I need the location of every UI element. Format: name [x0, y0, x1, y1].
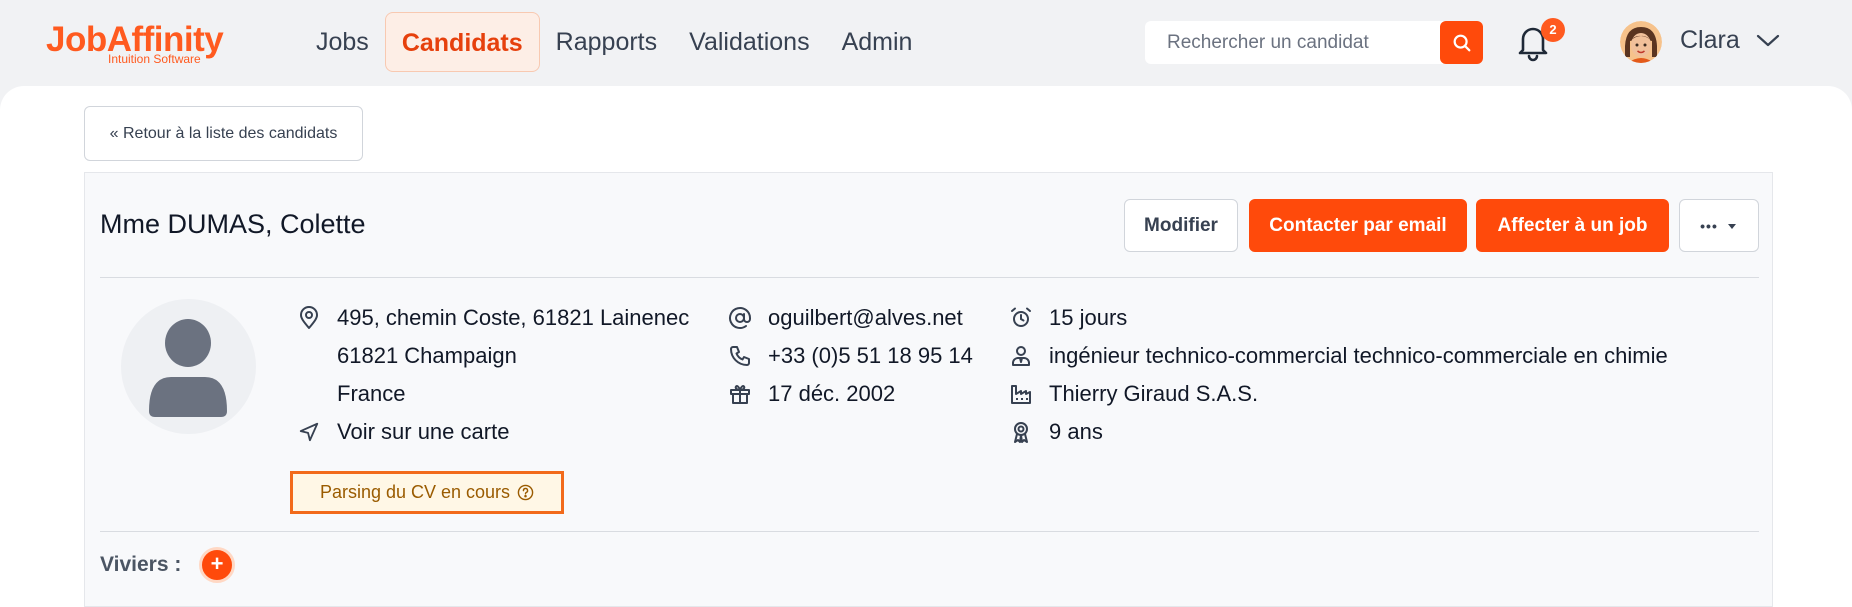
candidate-birthdate: 17 déc. 2002	[768, 381, 896, 406]
birthdate-row: 17 déc. 2002	[728, 381, 895, 407]
candidate-experience: 9 ans	[1049, 419, 1103, 444]
address-line1: 495, chemin Coste, 61821 Lainenec	[337, 305, 690, 330]
nav-item-rapports[interactable]: Rapports	[540, 12, 673, 72]
assign-to-job-button[interactable]: Affecter à un job	[1476, 199, 1669, 252]
avatar-image	[1620, 21, 1662, 63]
address-line2: 61821 Champaign	[337, 343, 517, 368]
candidate-name: Mme DUMAS, Colette	[100, 209, 366, 239]
view-on-map-link[interactable]: Voir sur une carte	[337, 419, 509, 445]
navigation-arrow-icon	[297, 420, 321, 444]
experience-row: 9 ans	[1009, 419, 1103, 445]
at-sign-icon	[728, 306, 752, 330]
candidate-card: Mme DUMAS, Colette Modifier Contacter pa…	[84, 172, 1773, 607]
main-nav: Jobs Candidats Rapports Validations Admi…	[300, 12, 928, 72]
candidate-availability: 15 jours	[1049, 305, 1128, 330]
edit-button[interactable]: Modifier	[1124, 199, 1238, 252]
email-row: oguilbert@alves.net	[728, 305, 963, 331]
gift-icon	[728, 382, 752, 406]
contact-by-email-button[interactable]: Contacter par email	[1249, 199, 1467, 252]
user-tie-icon	[1009, 344, 1033, 368]
search-button[interactable]	[1440, 21, 1483, 64]
location-pin-icon	[297, 306, 321, 330]
header-divider	[100, 277, 1759, 278]
notification-badge: 2	[1541, 18, 1565, 42]
avatar[interactable]	[1620, 21, 1662, 63]
nav-item-jobs[interactable]: Jobs	[300, 12, 385, 72]
search-box	[1145, 21, 1483, 64]
brand-tagline: Intuition Software	[108, 52, 201, 66]
cv-parsing-label: Parsing du CV en cours	[319, 482, 511, 502]
user-silhouette-icon	[149, 319, 227, 417]
nav-item-candidats[interactable]: Candidats	[384, 12, 540, 72]
address-country-row: France	[297, 381, 405, 407]
candidate-phone[interactable]: +33 (0)5 51 18 95 14	[768, 343, 973, 369]
address-line1-row: 495, chemin Coste, 61821 Lainenec	[297, 305, 689, 331]
user-name[interactable]: Clara	[1680, 26, 1740, 55]
nav-item-admin[interactable]: Admin	[826, 12, 929, 72]
more-actions-button[interactable]: •••	[1679, 199, 1759, 252]
more-actions-dots: •••	[1700, 217, 1718, 234]
search-icon	[1453, 34, 1470, 51]
candidate-position: ingénieur technico-commercial technico-c…	[1049, 343, 1668, 368]
add-vivier-button[interactable]: +	[199, 547, 235, 583]
map-link-row[interactable]: Voir sur une carte	[297, 419, 509, 445]
phone-row: +33 (0)5 51 18 95 14	[728, 343, 973, 369]
availability-row: 15 jours	[1009, 305, 1127, 331]
chevron-down-icon[interactable]	[1755, 30, 1781, 50]
alarm-clock-icon	[1009, 306, 1033, 330]
address-line2-row: 61821 Champaign	[297, 343, 517, 369]
plus-icon: +	[210, 551, 224, 576]
caret-down-icon	[1727, 223, 1736, 229]
top-navigation-bar: JobAffinity Intuition Software Jobs Cand…	[0, 0, 1852, 86]
position-row: ingénieur technico-commercial technico-c…	[1009, 343, 1668, 369]
viviers-divider	[100, 531, 1759, 532]
nav-item-validations[interactable]: Validations	[673, 12, 825, 72]
cv-parsing-status[interactable]: Parsing du CV en cours	[290, 471, 564, 514]
award-icon	[1009, 420, 1033, 444]
phone-icon	[728, 344, 752, 368]
help-circle-icon[interactable]	[517, 484, 534, 501]
search-input[interactable]	[1145, 21, 1440, 64]
viviers-label: Viviers :	[100, 553, 182, 576]
brand-logo[interactable]: JobAffinity Intuition Software	[46, 22, 224, 67]
candidate-company: Thierry Giraud S.A.S.	[1049, 381, 1259, 406]
candidate-photo-placeholder	[121, 299, 256, 434]
company-row: Thierry Giraud S.A.S.	[1009, 381, 1258, 407]
address-country: France	[337, 381, 406, 406]
back-to-candidates-button[interactable]: « Retour à la liste des candidats	[84, 106, 363, 161]
factory-icon	[1009, 382, 1033, 406]
candidate-email[interactable]: oguilbert@alves.net	[768, 305, 963, 331]
